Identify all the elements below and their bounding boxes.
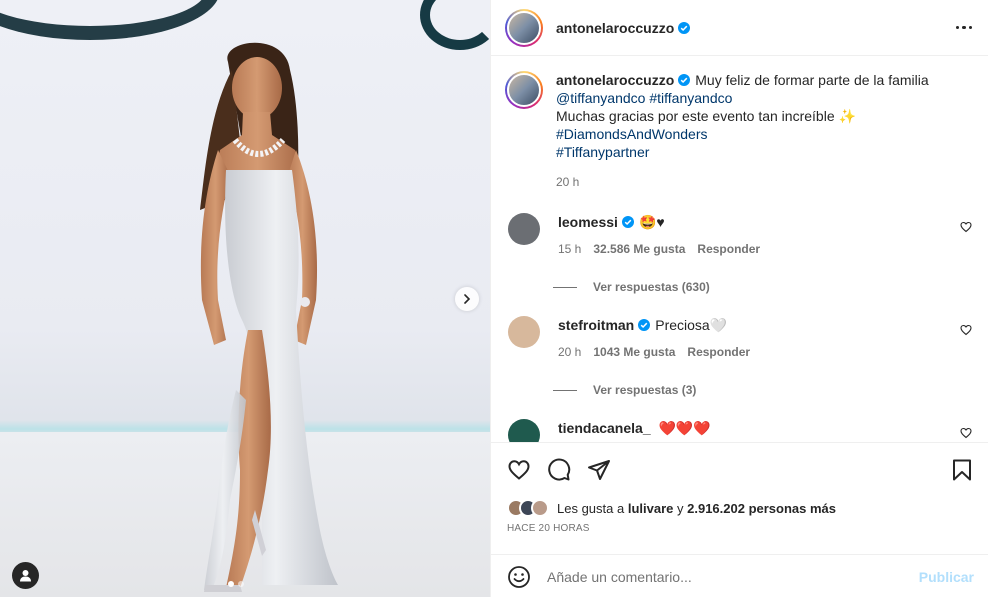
comment-bubble-icon (548, 458, 571, 481)
like-comment-heart-icon[interactable] (960, 324, 972, 336)
liker-username[interactable]: lulivare (628, 501, 674, 516)
next-photo-button[interactable] (455, 287, 479, 311)
tagged-users-button[interactable] (12, 562, 39, 589)
like-comment-heart-icon[interactable] (960, 221, 972, 233)
caption-username[interactable]: antonelaroccuzzo (556, 72, 674, 88)
comment-item: stefroitman Preciosa🤍 20 h 1043 Me gusta … (505, 316, 972, 361)
post-caption: antonelaroccuzzo Muy feliz de formar part… (505, 71, 972, 191)
verified-badge-icon (638, 319, 651, 331)
commenter-username[interactable]: tiendacanela_ (558, 420, 651, 436)
save-button[interactable] (950, 458, 974, 482)
reply-button[interactable]: Responder (687, 343, 750, 361)
caption-avatar-image (507, 73, 541, 107)
liker-avatars[interactable] (507, 499, 549, 517)
user-icon (20, 570, 31, 582)
comment-text: Preciosa🤍 (655, 317, 728, 333)
author-avatar-image (507, 10, 541, 45)
verified-badge-icon (678, 74, 691, 86)
hashtag-link[interactable]: #DiamondsAndWonders (556, 126, 708, 142)
likes-count[interactable]: 2.916.202 personas más (687, 501, 836, 516)
more-options-button[interactable] (955, 25, 972, 30)
caption-line-1: Muy feliz de formar parte de la familia (695, 72, 929, 88)
sparkles-emoji: ✨ (838, 108, 856, 124)
hashtag-link[interactable]: #Tiffanypartner (556, 144, 649, 160)
more-horizontal-icon (955, 25, 959, 30)
comment-likes[interactable]: 1043 Me gusta (593, 343, 675, 361)
comment-time[interactable]: 15 h (558, 240, 581, 258)
comment-item: tiendacanela_ ❤️❤️❤️ (505, 419, 972, 442)
bookmark-icon (953, 459, 971, 481)
add-comment-bar: Publicar (491, 554, 988, 597)
caption-text-block: antonelaroccuzzo Muy feliz de formar part… (556, 71, 956, 191)
carousel-dot-active (228, 581, 234, 587)
commenter-avatar[interactable] (508, 419, 540, 442)
comment-likes[interactable]: 32.586 Me gusta (593, 240, 685, 258)
likes-summary: Les gusta a lulivare y 2.916.202 persona… (491, 497, 988, 519)
post-header: antonelaroccuzzo (491, 0, 988, 56)
replies-divider (553, 389, 577, 391)
commenter-avatar[interactable] (508, 316, 540, 348)
likes-connector: y (677, 500, 684, 516)
verified-badge-icon (621, 216, 634, 228)
comment-time[interactable]: 20 h (558, 343, 581, 361)
comment-meta: 20 h 1043 Me gusta Responder (558, 343, 750, 361)
comment-input[interactable] (547, 568, 919, 585)
carousel-dot (238, 581, 244, 587)
like-comment-heart-icon[interactable] (960, 427, 972, 439)
view-replies-button[interactable]: Ver respuestas (3) (553, 383, 972, 397)
comment-text: 🤩♥ (638, 214, 665, 230)
commenter-username[interactable]: leomessi (558, 214, 618, 230)
post-dialog: antonelaroccuzzo antonelaroccuzzo Muy fel… (0, 0, 988, 597)
caption-timestamp[interactable]: 20 h (556, 173, 956, 191)
publish-button[interactable]: Publicar (919, 569, 974, 585)
comments-list[interactable]: antonelaroccuzzo Muy feliz de formar part… (491, 57, 988, 442)
paper-plane-icon (588, 460, 610, 480)
action-bar (491, 443, 988, 497)
comment-text: ❤️❤️❤️ (658, 420, 711, 436)
heart-icon (508, 460, 530, 480)
share-button[interactable] (587, 458, 611, 482)
comment-button[interactable] (547, 458, 571, 482)
post-actions-section: Les gusta a lulivare y 2.916.202 persona… (491, 442, 988, 588)
likes-prefix: Les gusta a (557, 500, 625, 516)
hashtag-link[interactable]: #tiffanyandco (649, 90, 732, 106)
emoji-smiley-icon[interactable] (507, 565, 531, 589)
reply-button[interactable]: Responder (697, 240, 760, 258)
caption-avatar[interactable] (505, 71, 543, 109)
like-button[interactable] (507, 458, 531, 482)
post-photo[interactable] (0, 0, 490, 597)
chevron-right-icon (464, 294, 471, 304)
replies-divider (553, 286, 577, 288)
commenter-avatar[interactable] (508, 213, 540, 245)
comment-body: leomessi 🤩♥ 15 h 32.586 Me gusta Responde… (558, 213, 760, 258)
comment-meta: 15 h 32.586 Me gusta Responder (558, 240, 760, 258)
comment-item: leomessi 🤩♥ 15 h 32.586 Me gusta Responde… (505, 213, 972, 258)
view-replies-label: Ver respuestas (630) (593, 280, 710, 294)
author-avatar[interactable] (505, 8, 543, 47)
post-time-ago[interactable]: HACE 20 HORAS (491, 519, 988, 538)
caption-line-2: Muchas gracias por este evento tan incre… (556, 108, 835, 124)
comment-body: stefroitman Preciosa🤍 20 h 1043 Me gusta … (558, 316, 750, 361)
carousel-indicator (228, 581, 244, 587)
commenter-username[interactable]: stefroitman (558, 317, 634, 333)
post-side-panel: antonelaroccuzzo antonelaroccuzzo Muy fel… (490, 0, 988, 597)
view-replies-button[interactable]: Ver respuestas (630) (553, 280, 972, 294)
author-username[interactable]: antonelaroccuzzo (556, 20, 674, 36)
mention-link[interactable]: @tiffanyandco (556, 90, 645, 106)
woman-in-silver-dress-figure (200, 42, 338, 592)
verified-badge-icon (678, 21, 691, 34)
view-replies-label: Ver respuestas (3) (593, 383, 697, 397)
liker-avatar (531, 499, 549, 517)
comment-body: tiendacanela_ ❤️❤️❤️ (558, 419, 711, 442)
